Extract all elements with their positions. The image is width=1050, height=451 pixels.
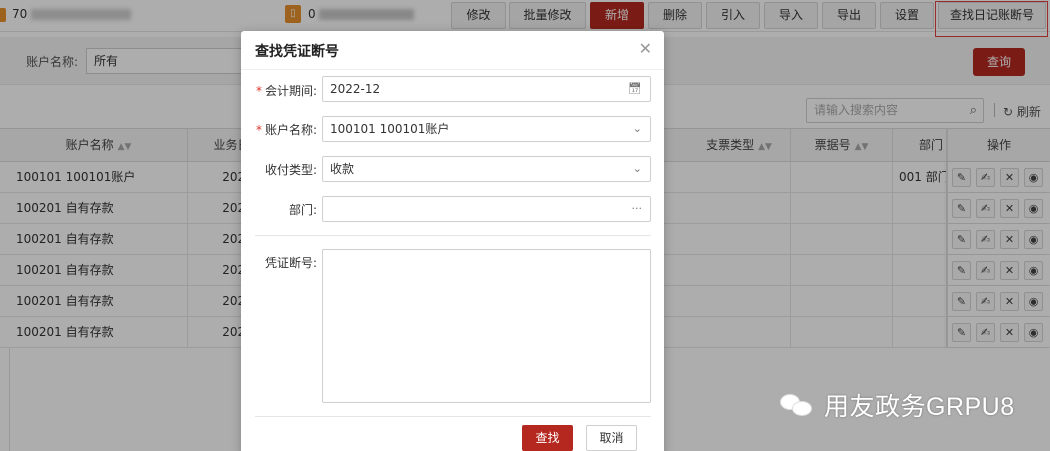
period-label: * 会计期间:: [255, 84, 317, 98]
close-icon[interactable]: ✕: [639, 39, 652, 58]
department-label: 部门:: [288, 203, 317, 217]
voucher-gap-label: 凭证断号:: [264, 256, 317, 270]
voucher-gap-textarea[interactable]: [322, 249, 651, 403]
calendar-icon[interactable]: 📅︎: [628, 77, 642, 101]
dialog-title: 查找凭证断号: [255, 44, 339, 60]
find-button[interactable]: 查找: [522, 425, 573, 451]
more-icon[interactable]: ···: [632, 197, 643, 221]
watermark: 用友政务GRPU8: [780, 388, 1015, 422]
wechat-logo-icon: [780, 392, 814, 418]
chevron-down-icon: ⌄: [632, 162, 642, 175]
account-select[interactable]: 100101 100101账户 ⌄: [322, 116, 651, 142]
period-field[interactable]: 2022-12 📅︎: [322, 76, 651, 102]
chevron-down-icon: ⌄: [632, 122, 642, 135]
payment-type-select[interactable]: 收款 ⌄: [322, 156, 651, 182]
department-field[interactable]: ···: [322, 196, 651, 222]
account-label: * 账户名称:: [255, 123, 317, 137]
cancel-button[interactable]: 取消: [586, 425, 637, 451]
find-voucher-gap-dialog: 查找凭证断号 ✕ * 会计期间: 2022-12 📅︎ * 账户名称: 100101 …: [241, 31, 664, 451]
payment-type-label: 收付类型:: [264, 163, 317, 177]
watermark-text: 用友政务GRPU8: [824, 393, 1015, 421]
